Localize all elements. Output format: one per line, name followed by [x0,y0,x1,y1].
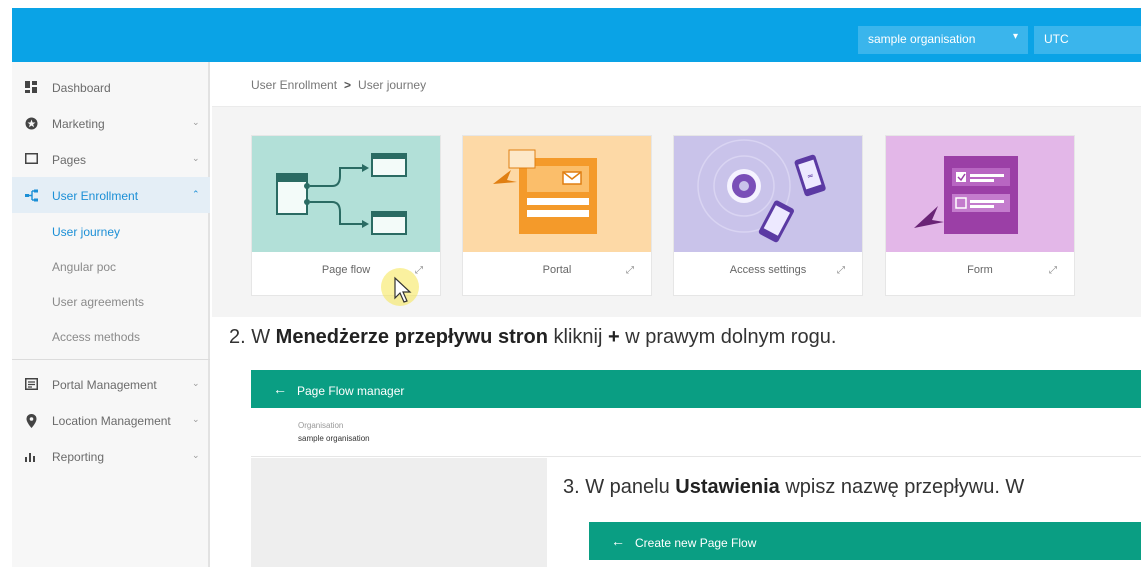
sidebar-item-label: Reporting [52,450,105,464]
instruction-step-3: 3. W panelu Ustawienia wpisz nazwę przep… [563,476,1024,499]
user-enrollment-icon [24,189,38,203]
sidebar-item-user-enrollment[interactable]: User Enrollment ⌃ [12,177,210,213]
sidebar-item-pages[interactable]: Pages ⌄ [12,141,210,177]
chevron-down-icon: ⌄ [192,117,200,127]
reporting-icon [24,450,38,464]
page-flow-illustration-icon [252,136,440,252]
sidebar-item-portal-management[interactable]: Portal Management ⌄ [12,366,210,402]
sidebar-item-label: Marketing [52,117,105,131]
sidebar-subitem-label: Access methods [52,330,141,344]
sidebar-item-label: Portal Management [52,378,157,392]
sidebar-item-label: Location Management [52,414,171,428]
step2-suffix: w prawym dolnym rogu. [619,326,837,348]
organisation-select[interactable]: sample organisation ▾ [858,26,1028,54]
click-highlight [381,268,419,306]
pages-icon [24,153,38,167]
breadcrumb-current: User journey [358,78,427,92]
portal-management-icon [24,378,38,392]
sidebar-item-reporting[interactable]: Reporting ⌄ [12,438,210,474]
sidebar-item-label: User Enrollment [52,189,139,203]
breadcrumb: User Enrollment > User journey [251,78,426,92]
sidebar-item-location-management[interactable]: Location Management ⌄ [12,402,210,438]
create-page-flow-title: Create new Page Flow [635,536,757,550]
timezone-select[interactable]: UTC [1034,26,1141,54]
card-form[interactable]: Form ⤢ [885,135,1075,296]
step2-prefix: 2. W [229,326,276,348]
form-illustration-icon [886,136,1074,252]
card-access-settings[interactable]: ≈ Access settings ⤢ [673,135,863,296]
timezone-select-value: UTC [1044,32,1069,46]
chevron-down-icon: ⌄ [192,414,200,424]
card-label: Portal [542,264,572,276]
marketing-icon [24,117,38,131]
expand-icon[interactable]: ⤢ [837,265,845,276]
organisation-label: Organisation [298,421,344,430]
back-arrow-icon[interactable]: ← [611,533,625,549]
dashboard-icon [24,81,38,95]
organisation-value: sample organisation [298,434,370,443]
chevron-down-icon: ⌄ [192,378,200,388]
step3-prefix: 3. W panelu [563,476,676,498]
create-page-flow-header: ← Create new Page Flow [589,522,1141,560]
chevron-down-icon: ▾ [1012,31,1018,42]
sidebar-item-label: Dashboard [52,81,111,95]
card-label: Access settings [729,264,807,276]
sidebar-item-label: Pages [52,153,87,167]
organisation-select-value: sample organisation [868,32,976,46]
breadcrumb-parent[interactable]: User Enrollment [251,78,337,92]
sidebar-subitem-user-journey[interactable]: User journey [12,214,210,249]
sidebar-subitem-label: User journey [52,225,121,239]
sidebar-item-marketing[interactable]: Marketing ⌄ [12,105,210,141]
step2-middle: kliknij [547,326,608,348]
instruction-step-2: 2. W Menedżerze przepływu stron kliknij … [229,326,836,349]
flow-list-panel [251,458,547,567]
card-portal[interactable]: Portal ⤢ [462,135,652,296]
back-arrow-icon[interactable]: ← [273,381,287,397]
sidebar-item-dashboard[interactable]: Dashboard [12,69,210,105]
step2-bold: Menedżerze przepływu stron [275,326,548,348]
portal-illustration-icon [463,136,651,252]
step2-bold-plus: + [607,326,620,348]
chevron-down-icon: ⌄ [192,153,200,163]
step3-bold: Ustawienia [675,476,780,498]
top-bar: sample organisation ▾ UTC [12,8,1141,62]
access-settings-illustration-icon: ≈ [674,136,862,252]
sidebar-subitem-label: User agreements [52,295,145,309]
step3-suffix: wpisz nazwę przepływu. W [779,476,1025,498]
sidebar: Dashboard Marketing ⌄ Pages ⌄ User Enrol… [12,62,210,567]
expand-icon[interactable]: ⤢ [1049,265,1057,276]
expand-icon[interactable]: ⤢ [626,265,634,276]
sidebar-subitem-user-agreements[interactable]: User agreements [12,284,210,319]
section-divider [251,456,1141,457]
chevron-up-icon: ⌃ [192,189,200,199]
chevron-down-icon: ⌄ [192,450,200,460]
sidebar-subitem-access-methods[interactable]: Access methods [12,319,210,354]
page-flow-manager-header: ← Page Flow manager [251,370,1141,408]
location-pin-icon [24,414,38,428]
sidebar-divider [12,359,210,360]
breadcrumb-separator: > [344,78,352,92]
page-flow-manager-title: Page Flow manager [297,384,405,398]
card-label: Form [967,264,993,276]
sidebar-subitem-label: Angular poc [52,260,117,274]
sidebar-subitem-angular-poc[interactable]: Angular poc [12,249,210,284]
